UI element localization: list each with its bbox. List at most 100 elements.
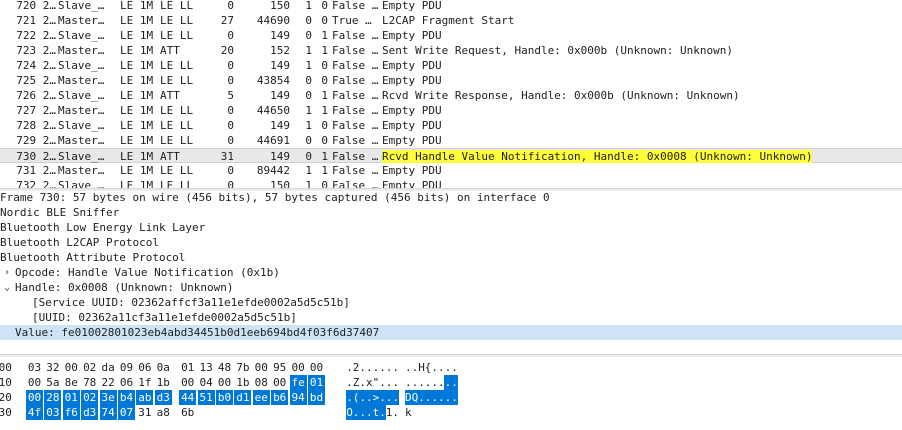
packet-cell-sn: 0 [305,14,312,27]
packet-row[interactable]: 721 2… Master… LE 1M LE LL 27 44690 0 0 True … L2… [0,13,902,28]
hex-byte[interactable]: 01 [62,390,80,405]
hex-byte[interactable]: 00 [253,360,270,375]
hex-byte[interactable]: 09 [118,360,135,375]
packet-row[interactable]: 727 2… Master… LE 1M LE LL 0 44650 1 1 False … Em… [0,103,902,118]
hex-byte[interactable]: da [100,360,117,375]
hex-byte[interactable]: 03 [26,360,43,375]
packet-row[interactable]: 725 2… Master… LE 1M LE LL 0 43854 0 0 False … Em… [0,73,902,88]
detail-tree-item[interactable]: [Service UUID: 02362affcf3a11e1efde0002a… [0,295,902,310]
detail-tree-item[interactable]: Bluetooth Attribute Protocol [0,250,902,265]
hex-byte[interactable]: 02 [81,390,99,405]
hex-byte[interactable]: 95 [271,360,288,375]
hex-byte[interactable]: 01 [179,360,196,375]
ascii-char[interactable]: . [392,390,400,405]
hex-byte[interactable]: 51 [197,390,215,405]
detail-tree-item[interactable]: [UUID: 02362a11cf3a11e1efde0002a5d5c51b] [0,310,902,325]
pane-splitter-bottom[interactable] [0,354,902,357]
packet-details-tree[interactable]: Frame 730: 57 bytes on wire (456 bits), … [0,190,902,340]
hex-byte[interactable]: fe [289,375,307,390]
hex-byte[interactable]: f6 [62,405,80,420]
hex-byte[interactable]: 48 [216,360,233,375]
packet-row[interactable]: 731 2… Master… LE 1M LE LL 0 89442 1 1 False … Em… [0,163,902,178]
hex-byte[interactable]: 4f [26,405,43,420]
hex-byte[interactable]: b0 [216,390,233,405]
packet-row[interactable]: 724 2… Slave_… LE 1M LE LL 0 149 1 0 False … Empt… [0,58,902,73]
ascii-char[interactable]: . [451,375,458,390]
hex-byte[interactable]: 1f [136,375,153,390]
packet-bytes-pane[interactable]: 00003320002da09060a0113487b00950000.2...… [0,360,902,430]
hex-byte[interactable]: 06 [118,375,135,390]
ascii-char[interactable]: . [451,390,458,405]
hex-byte[interactable]: 00 [290,360,307,375]
hex-byte[interactable]: 00 [308,360,325,375]
ascii-char[interactable]: . [392,360,399,375]
hex-byte[interactable]: 00 [216,375,233,390]
collapse-arrow-icon[interactable]: ⌄ [2,280,12,295]
hex-byte[interactable]: 03 [44,405,62,420]
ascii-char[interactable]: . [392,405,399,420]
hex-byte[interactable]: 01 [308,375,325,390]
hex-byte[interactable]: 08 [253,375,270,390]
hex-byte[interactable]: a8 [155,405,172,420]
hex-byte[interactable]: 13 [198,360,215,375]
packet-cell-src: Master… [58,164,105,177]
packet-row[interactable]: 726 2… Slave_… LE 1M ATT 5 149 0 1 False … Rcvd W… [0,88,902,103]
hex-byte[interactable]: 5a [44,375,61,390]
hex-byte[interactable]: 94 [289,390,307,405]
detail-tree-item[interactable]: Nordic BLE Sniffer [0,205,902,220]
hex-byte[interactable]: 04 [198,375,215,390]
hex-byte[interactable]: 1b [234,375,251,390]
hex-byte[interactable]: bd [308,390,325,405]
detail-tree-item[interactable]: Bluetooth L2CAP Protocol [0,235,902,250]
expand-arrow-icon[interactable]: › [2,265,12,280]
hex-byte[interactable]: 00 [179,375,196,390]
hex-byte[interactable]: 78 [81,375,98,390]
hex-byte[interactable]: 00 [26,390,43,405]
hex-byte[interactable]: 0a [155,360,172,375]
ascii-char[interactable]: k [405,405,412,420]
packet-cell-delta: 44690 [256,14,290,27]
hex-byte[interactable]: b6 [271,390,289,405]
packet-row[interactable]: 730 2… Slave_… LE 1M ATT 31 149 0 1 False … Rcvd … [0,148,902,163]
hex-byte[interactable]: d3 [81,405,99,420]
hex-byte[interactable]: 00 [271,375,288,390]
hex-byte[interactable]: 3e [99,390,117,405]
packet-row[interactable]: 723 2… Master… LE 1M ATT 20 152 1 1 False … Sent … [0,43,902,58]
hex-byte[interactable]: 74 [99,405,117,420]
detail-tree-item[interactable]: › Opcode: Handle Value Notification (0x1b… [0,265,902,280]
hex-byte[interactable]: 7b [234,360,251,375]
hex-byte[interactable]: d1 [234,390,252,405]
detail-tree-item[interactable]: ⌄ Handle: 0x0008 (Unknown: Unknown) [0,280,902,295]
packet-list[interactable]: 720 2… Slave_… LE 1M LE LL 0 150 1 0 False … Empt… [0,0,902,188]
ascii-char[interactable]: . [451,360,458,375]
packet-row[interactable]: 729 2… Master… LE 1M LE LL 0 44691 0 0 False … Em… [0,133,902,148]
hex-byte[interactable]: b4 [118,390,135,405]
hex-byte[interactable]: 1b [155,375,172,390]
hex-byte[interactable]: 28 [44,390,62,405]
packet-row[interactable]: 732 2… Slave_… LE 1M LE LL 0 150 1 0 False … Empt… [0,178,902,188]
packet-row[interactable]: 720 2… Slave_… LE 1M LE LL 0 150 1 0 False … Empt… [0,0,902,13]
hex-byte[interactable]: 07 [118,405,135,420]
hex-byte[interactable]: 02 [81,360,98,375]
packet-cell-info: Sent Write Request, Handle: 0x000b (Unkn… [382,44,733,57]
hex-byte[interactable]: ee [252,390,270,405]
hex-byte[interactable]: ab [136,390,154,405]
packet-row[interactable]: 722 2… Slave_… LE 1M LE LL 0 149 0 1 False … Empt… [0,28,902,43]
hex-byte[interactable]: 6b [179,405,196,420]
hex-byte[interactable]: 44 [179,390,197,405]
hex-byte[interactable]: 32 [44,360,61,375]
detail-tree-item[interactable]: Value: fe01002801023eb4abd34451b0d1eeb69… [0,325,902,340]
detail-tree-label: Bluetooth Low Energy Link Layer [0,221,206,234]
hex-byte[interactable]: 06 [136,360,153,375]
hex-byte[interactable]: 31 [136,405,153,420]
hex-byte[interactable]: d3 [154,390,172,405]
hex-byte[interactable]: 22 [100,375,117,390]
hex-byte[interactable]: 00 [63,360,80,375]
hex-byte[interactable]: 00 [26,375,43,390]
packet-row[interactable]: 728 2… Slave_… LE 1M LE LL 0 149 1 0 False … Empt… [0,118,902,133]
ascii-char[interactable]: . [392,375,399,390]
detail-tree-item[interactable]: Bluetooth Low Energy Link Layer [0,220,902,235]
hex-byte[interactable]: 8e [63,375,80,390]
packet-cell-phy: LE 1M [120,44,154,57]
detail-tree-item[interactable]: Frame 730: 57 bytes on wire (456 bits), … [0,190,902,205]
